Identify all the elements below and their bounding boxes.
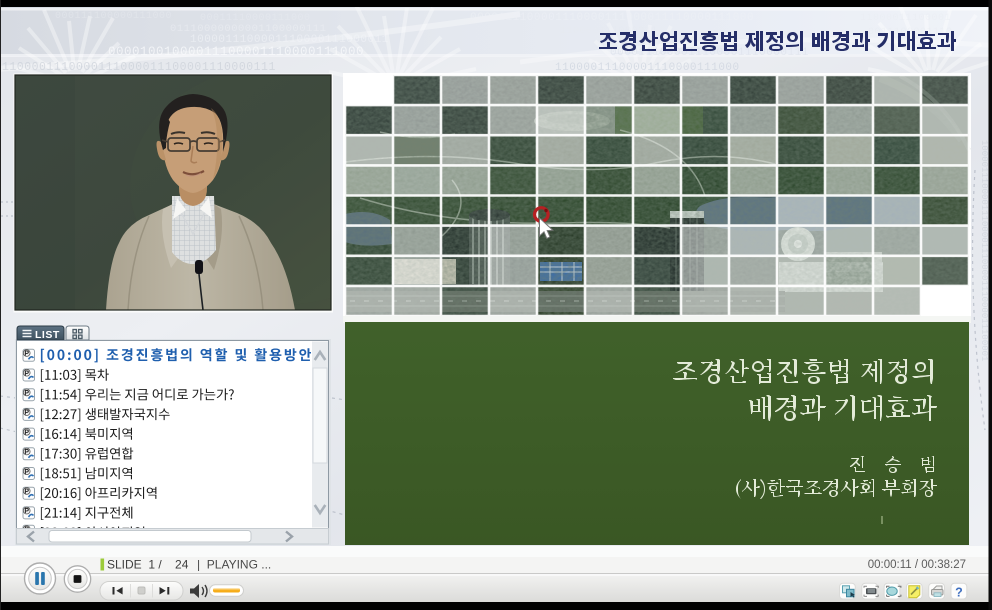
svg-text:P: P: [24, 370, 29, 377]
svg-text:P: P: [24, 351, 29, 358]
svg-text:LIST: LIST: [35, 329, 60, 341]
svg-text:P: P: [24, 489, 29, 496]
svg-text:P: P: [24, 390, 29, 397]
svg-text:P: P: [24, 410, 29, 417]
svg-text:P: P: [24, 449, 29, 456]
svg-text:P: P: [24, 508, 29, 515]
svg-text:P: P: [24, 429, 29, 436]
svg-text:P: P: [24, 469, 29, 476]
